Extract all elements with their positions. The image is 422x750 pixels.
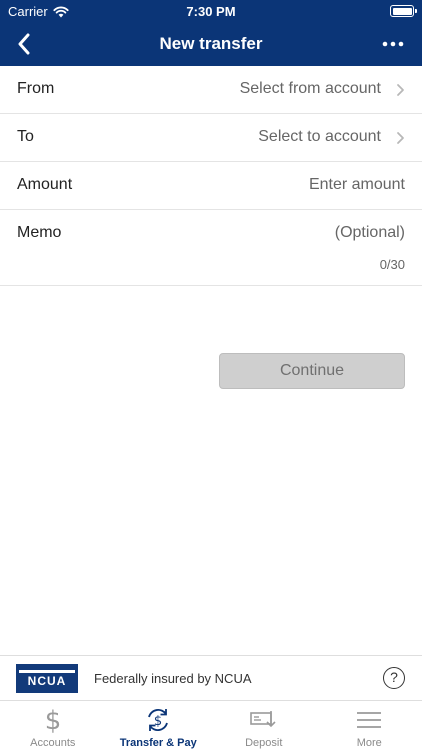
more-dots-icon <box>382 41 404 47</box>
nav-bar: New transfer <box>0 22 422 66</box>
tab-label: More <box>356 737 382 749</box>
tab-transfer-pay[interactable]: $ Transfer & Pay <box>106 701 212 750</box>
from-account-row[interactable]: From Select from account <box>0 66 422 114</box>
dollar-icon: $ <box>0 706 106 734</box>
tab-label: Deposit <box>245 737 283 749</box>
transfer-dollar-icon: $ <box>106 706 212 734</box>
memo-row: Memo (Optional) 0/30 <box>0 210 422 286</box>
to-account-row[interactable]: To Select to account <box>0 114 422 162</box>
to-label: To <box>17 128 34 145</box>
tab-more[interactable]: More <box>317 701 422 750</box>
chevron-right-icon <box>397 132 404 144</box>
tab-label: Transfer & Pay <box>119 737 197 749</box>
page-title: New transfer <box>159 34 263 53</box>
transfer-form: From Select from account To Select to ac… <box>0 66 422 286</box>
ncua-logo: NCUA <box>16 664 78 693</box>
status-time: 7:30 PM <box>186 4 236 19</box>
top-bar: Carrier 7:30 PM New transfer <box>0 0 422 66</box>
amount-input[interactable]: Enter amount <box>309 176 405 194</box>
tab-label: Accounts <box>30 737 76 749</box>
status-bar: Carrier 7:30 PM <box>0 0 422 22</box>
svg-text:$: $ <box>154 714 162 729</box>
from-account-selector[interactable]: Select from account <box>240 80 381 98</box>
battery-icon <box>390 5 417 17</box>
from-label: From <box>17 80 55 97</box>
continue-button[interactable]: Continue <box>219 353 405 389</box>
memo-char-counter: 0/30 <box>379 257 405 272</box>
amount-row: Amount Enter amount <box>0 162 422 210</box>
more-button[interactable] <box>378 30 408 58</box>
help-icon: ? <box>390 669 398 685</box>
svg-text:$: $ <box>44 706 61 734</box>
check-deposit-icon <box>211 706 317 734</box>
memo-label: Memo <box>17 224 62 241</box>
chevron-right-icon <box>397 84 404 96</box>
amount-label: Amount <box>17 176 73 193</box>
ncua-insured-text: Federally insured by NCUA <box>94 671 252 686</box>
ncua-footer: NCUA Federally insured by NCUA ? <box>0 655 422 700</box>
tab-bar: $ Accounts $ Transfer & Pay Deposit More <box>0 700 422 750</box>
tab-accounts[interactable]: $ Accounts <box>0 701 106 750</box>
ncua-logo-text: NCUA <box>27 673 67 688</box>
to-account-selector[interactable]: Select to account <box>258 128 381 146</box>
menu-icon <box>317 706 422 734</box>
memo-input[interactable]: (Optional) <box>335 224 405 242</box>
help-button[interactable]: ? <box>383 667 405 689</box>
tab-deposit[interactable]: Deposit <box>211 701 317 750</box>
